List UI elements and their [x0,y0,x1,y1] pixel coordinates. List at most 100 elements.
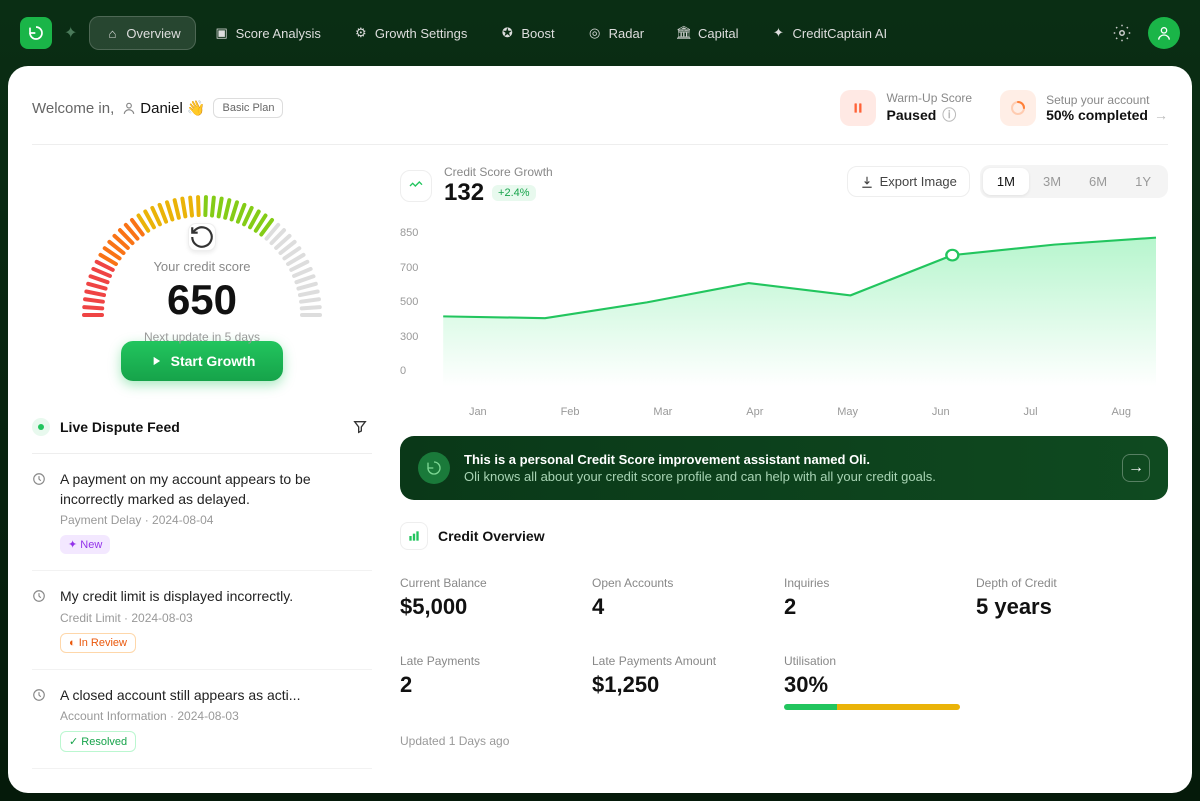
oli-arrow-button[interactable]: → [1122,454,1150,482]
y-tick: 700 [400,262,418,274]
feed-item[interactable]: A payment on my account appears to be in… [32,454,372,571]
arrow-right-icon: → [1154,107,1168,123]
avatar-button[interactable] [1148,17,1180,49]
ov-label: Current Balance [400,576,576,590]
feed-item[interactable]: A closed account still appears as acti..… [32,670,372,770]
ov-value: 5 years [976,594,1152,620]
nav-radar[interactable]: ◎Radar [573,17,658,49]
feed-item-icon [32,470,50,554]
warm-up-label: Warm-Up Score [886,91,972,105]
gauge-update-text: Next update in 5 days [72,330,332,344]
overview-item: Late Payments2 [400,644,592,720]
feed-header: Live Dispute Feed [32,401,372,454]
ov-value: $1,250 [592,672,768,698]
y-tick: 850 [400,227,418,239]
credit-score-value: 650 [72,276,332,324]
growth-value: 132 [444,179,484,207]
feed-item-icon [32,686,50,753]
oli-avatar-icon [418,452,450,484]
nav-label: Capital [698,26,738,41]
live-dot-icon [32,418,50,436]
start-growth-button[interactable]: Start Growth [121,341,284,381]
welcome: Welcome in, Daniel 👋 Basic Plan [32,98,283,118]
growth-chart: 8507005003000 JanFebMarAprMayJunJulAug [400,227,1168,418]
main-card: Welcome in, Daniel 👋 Basic Plan Warm-Up … [8,66,1192,793]
ov-label: Open Accounts [592,576,768,590]
overview-item: Late Payments Amount $1,250 [592,644,784,720]
overview-item: Open Accounts 4 [592,566,784,630]
refresh-icon [188,223,216,251]
nav-creditcaptain-ai[interactable]: ✦CreditCaptain AI [757,17,902,49]
utilisation-bar [784,704,960,710]
ov-value: 2 [784,594,960,620]
header-row: Welcome in, Daniel 👋 Basic Plan Warm-Up … [32,90,1168,145]
nav-icon: 🏛 [676,25,692,41]
nav-items: ⌂Overview ▣ Score Analysis ⚙Growth Settings… [89,16,1094,50]
warm-up-status: Warm-Up Score Paused ⓘ [840,90,972,126]
user-name: Daniel 👋 [122,99,205,117]
x-tick: Jun [932,406,950,418]
growth-delta: +2.4% [492,185,536,201]
feed-title: Live Dispute Feed [60,419,180,435]
x-tick: May [837,406,858,418]
oli-title: This is a personal Credit Score improvem… [464,452,1108,467]
feed-item-title: A payment on my account appears to be in… [60,470,372,509]
credit-score-gauge: Your credit score 650 Next update in 5 d… [32,165,372,401]
growth-label: Credit Score Growth [444,165,553,179]
gauge-label: Your credit score [72,259,332,274]
warm-up-value: Paused [886,107,936,123]
feed-item-meta: Account Information · 2024-08-03 [60,709,372,723]
user-icon [122,101,136,115]
ov-value: $5,000 [400,594,576,620]
time-range-tabs: 1M3M6M1Y [980,165,1168,198]
nav-icon: ◎ [587,25,603,41]
nav-growth-settings[interactable]: ⚙Growth Settings [339,17,482,49]
setup-value: 50% completed [1046,107,1148,123]
time-tab-6m[interactable]: 6M [1075,168,1121,195]
export-image-button[interactable]: Export Image [847,166,970,197]
ov-value: 4 [592,594,768,620]
overview-title: Credit Overview [438,528,545,544]
nav-icon: ✪ [499,25,515,41]
nav-icon: ▣ [214,25,230,41]
wave-icon: 👋 [187,99,206,117]
nav-label: Score Analysis [236,26,321,41]
nav-boost[interactable]: ✪ Boost [485,17,568,49]
sparkle-icon: ✦ [64,23,77,43]
time-tab-1m[interactable]: 1M [983,168,1029,195]
x-tick: Jul [1024,406,1038,418]
top-nav: ✦ ⌂Overview ▣ Score Analysis ⚙Growth Settin… [8,8,1192,58]
y-tick: 0 [400,365,418,377]
setup-label: Setup your account [1046,93,1168,107]
logo[interactable] [20,17,52,49]
nav-overview[interactable]: ⌂Overview [89,16,195,50]
feed-item-title: My credit limit is displayed incorrectly… [60,587,372,607]
x-tick: Apr [746,406,763,418]
growth-icon [400,170,432,202]
time-tab-3m[interactable]: 3M [1029,168,1075,195]
feed-item-status: ✦ New [60,535,110,554]
nav-capital[interactable]: 🏛 Capital [662,17,752,49]
ov-label: Inquiries [784,576,960,590]
nav-icon: ⌂ [104,25,120,41]
welcome-prefix: Welcome in, [32,100,114,117]
settings-button[interactable] [1106,17,1138,49]
time-tab-1y[interactable]: 1Y [1121,168,1165,195]
filter-button[interactable] [348,415,372,439]
oli-banner[interactable]: This is a personal Credit Score improvem… [400,436,1168,500]
feed-item-status: ◐ In Review [60,633,136,653]
setup-status[interactable]: Setup your account 50% completed → [1000,90,1168,126]
overview-item: Inquiries 2 [784,566,976,630]
x-tick: Mar [653,406,672,418]
feed-item[interactable]: My credit limit is displayed incorrectly… [32,571,372,670]
overview-item: Utilisation30% [784,644,976,720]
feed-item-icon [32,587,50,653]
nav-label: Boost [521,26,554,41]
x-tick: Aug [1111,406,1131,418]
ov-label: Late Payments Amount [592,654,768,668]
y-tick: 500 [400,296,418,308]
y-tick: 300 [400,331,418,343]
nav-score-analysis[interactable]: ▣ Score Analysis [200,17,335,49]
download-icon [860,175,874,189]
overview-updated: Updated 1 Days ago [400,734,1168,748]
